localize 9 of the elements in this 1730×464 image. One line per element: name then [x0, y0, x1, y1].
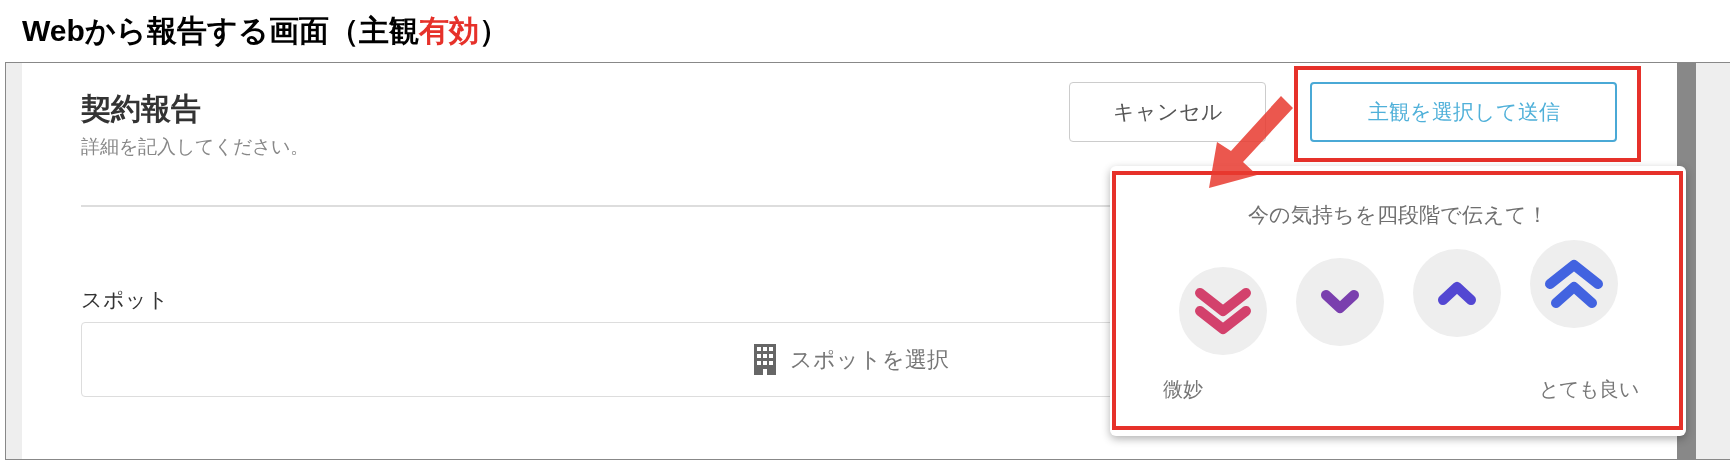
page-title: Webから報告する画面（主観有効）: [22, 13, 509, 49]
mood-prompt: 今の気持ちを四段階で伝えて！: [1247, 203, 1549, 227]
building-icon: [753, 344, 776, 375]
form-title: 契約報告: [81, 91, 202, 127]
field-label: スポット: [81, 287, 170, 313]
submit-button[interactable]: 主観を選択して送信: [1310, 82, 1617, 142]
field-placeholder: スポットを選択: [789, 345, 949, 374]
form-subtitle: 詳細を記入してください。: [81, 135, 309, 159]
cancel-button[interactable]: キャンセル: [1069, 82, 1266, 142]
